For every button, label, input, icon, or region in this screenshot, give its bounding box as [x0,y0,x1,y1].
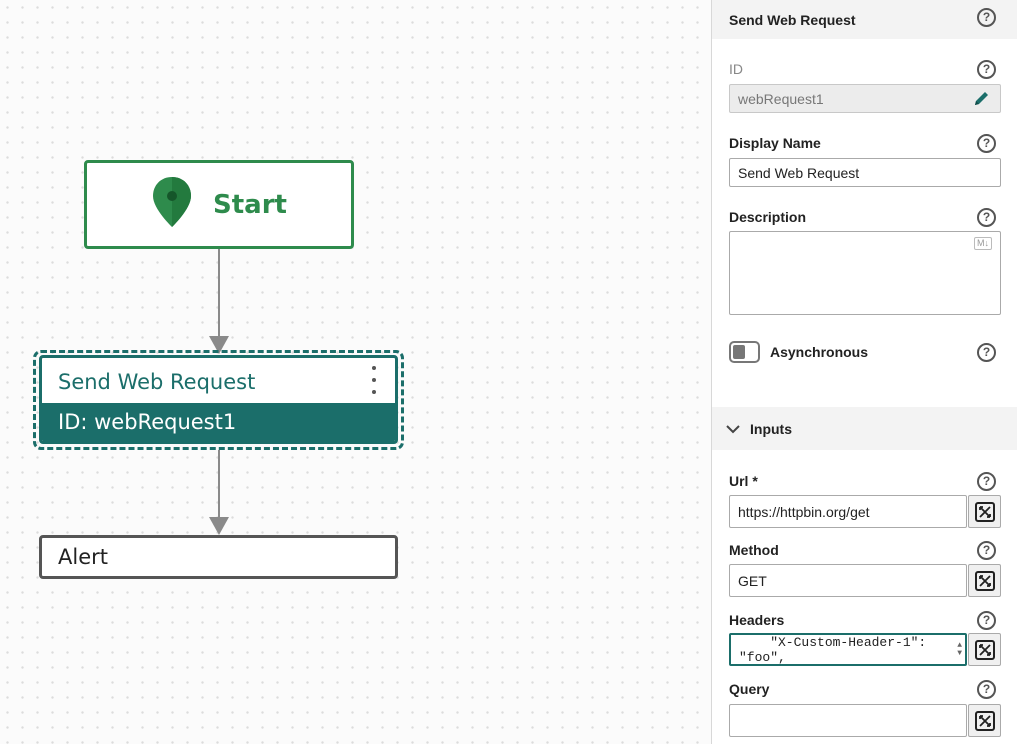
properties-panel: Send Web Request ? ID ? webRequest1 Disp… [711,0,1017,744]
send-web-request-node[interactable]: Send Web Request ID: webRequest1 [39,355,398,444]
connector-arrow-icon [209,517,229,535]
url-label: Url * [729,473,758,489]
description-label: Description [729,209,807,225]
start-node-label: Start [213,189,287,220]
query-expression-button[interactable] [968,704,1001,737]
connector-request-to-alert [218,450,220,518]
headers-line: "X-Custom-Header-1": [739,634,927,650]
help-icon[interactable]: ? [977,680,996,699]
display-name-label: Display Name [729,135,821,151]
inputs-section-label: Inputs [750,420,792,437]
headers-label: Headers [729,612,785,628]
activity-id-bar: ID: webRequest1 [42,403,395,441]
description-textarea[interactable]: M↓ [729,231,1001,315]
start-node[interactable]: Start [84,160,354,249]
markdown-icon: M↓ [974,237,992,250]
help-icon[interactable]: ? [977,541,996,560]
asynchronous-toggle[interactable] [729,341,760,363]
method-expression-button[interactable] [968,564,1001,597]
help-icon[interactable]: ? [977,134,996,153]
expression-icon [974,639,995,660]
alert-node[interactable]: Alert [39,535,398,579]
id-field[interactable]: webRequest1 [729,84,1001,113]
url-expression-button[interactable] [968,495,1001,528]
activity-title: Send Web Request [58,370,256,394]
chevron-down-icon [726,421,740,437]
panel-title: Send Web Request [729,11,856,28]
help-icon[interactable]: ? [977,472,996,491]
scroll-down-icon[interactable]: ▼ [957,646,962,661]
asynchronous-label: Asynchronous [770,344,869,360]
help-icon[interactable]: ? [977,60,996,79]
help-icon[interactable]: ? [977,611,996,630]
panel-header: Send Web Request [712,0,1017,39]
headers-line: "foo", [739,649,786,665]
display-name-input[interactable]: Send Web Request [729,158,1001,187]
id-value: webRequest1 [738,90,824,107]
connector-start-to-request [218,249,220,337]
help-icon[interactable]: ? [977,8,996,27]
map-pin-icon [151,175,193,234]
help-icon[interactable]: ? [977,343,996,362]
help-icon[interactable]: ? [977,208,996,227]
expression-icon [974,570,995,591]
edit-pencil-icon[interactable] [973,90,990,110]
method-label: Method [729,542,779,558]
workflow-canvas[interactable]: Start Send Web Request ID: webRequest1 A… [0,0,711,744]
id-label: ID [729,61,743,77]
query-label: Query [729,681,770,697]
headers-expression-button[interactable] [968,633,1001,666]
inputs-section-header[interactable]: Inputs [712,407,1017,450]
query-input[interactable] [729,704,967,737]
url-input[interactable]: https://httpbin.org/get [729,495,967,528]
headers-textarea[interactable]: "X-Custom-Header-1": "foo", ▲ ▼ [729,633,967,666]
method-input[interactable]: GET [729,564,967,597]
expression-icon [974,710,995,731]
kebab-menu-icon[interactable] [371,366,377,394]
expression-icon [974,501,995,522]
